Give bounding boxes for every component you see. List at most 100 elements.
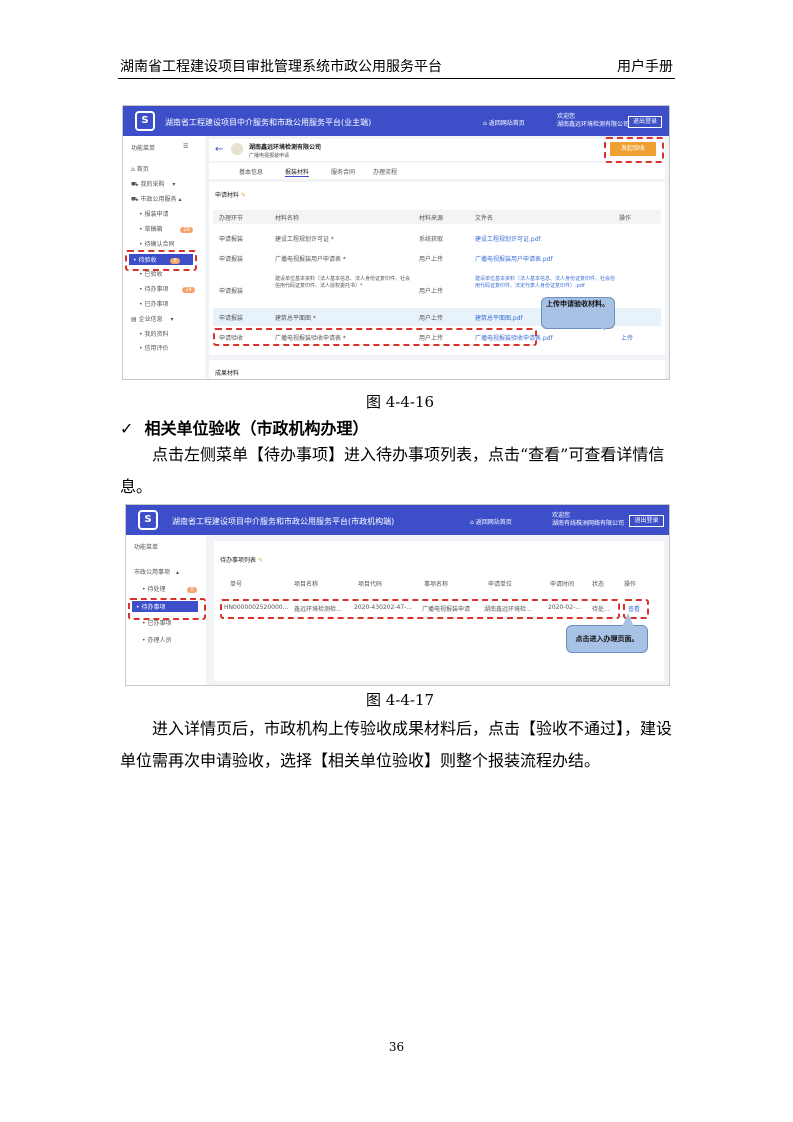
checkmark-icon: ✓ xyxy=(120,419,134,438)
platform-logo-icon: S xyxy=(135,111,155,131)
col-stage: 办理环节 xyxy=(219,215,244,222)
upload-link[interactable]: 上传 xyxy=(621,333,633,342)
col-project-code: 项目代码 xyxy=(358,581,383,588)
row1-material: 建设工程规划许可证 * xyxy=(275,236,334,243)
menu-toggle-icon: ☰ xyxy=(183,143,189,150)
sidebar-item-todo[interactable]: • 待办事项 24 xyxy=(139,284,195,293)
col-action: 操作 xyxy=(619,215,632,222)
top-bar: S 湖南省工程建设项目中介服务和市政公用服务平台(业主端) ⌂ 返回网站首页 欢… xyxy=(123,106,669,136)
row1-file-link[interactable]: 建设工程规划许可证.pdf xyxy=(475,234,541,243)
col-material: 材料名称 xyxy=(275,215,300,222)
col-order-no: 单号 xyxy=(230,581,243,588)
tab-materials[interactable]: 报装材料 xyxy=(285,167,310,177)
pen-icon: ✎ xyxy=(240,192,246,199)
col-matter-name: 事项名称 xyxy=(424,581,449,588)
row2-material: 广播电视报装用户申请表 * xyxy=(275,256,346,263)
user-info: 欢迎您 湖南鑫远环境检测有限公司 xyxy=(557,113,629,129)
company-name-2: 湖南有线株洲网络有限公司 xyxy=(552,520,625,527)
tab-process[interactable]: 办理流程 xyxy=(373,167,397,176)
detail-company-name: 湖南鑫远环境检测有限公司 xyxy=(249,144,322,151)
highlight-todo-menu xyxy=(128,598,206,620)
col-project-name: 项目名称 xyxy=(294,581,319,588)
sidebar-item-handlers[interactable]: • 办理人员 xyxy=(142,635,171,644)
home-link[interactable]: ⌂ 返回网站首页 xyxy=(483,118,525,127)
row1-source: 系统获取 xyxy=(419,236,444,243)
running-header-title: 湖南省工程建设项目审批管理系统市政公用服务平台 xyxy=(120,59,442,75)
sidebar-header: 功能菜单 ☰ xyxy=(131,143,189,152)
tab-basic-info[interactable]: 基本信息 xyxy=(239,167,263,176)
logout-button-2[interactable]: 退出登录 xyxy=(629,515,664,527)
sidebar-item-home[interactable]: ⌂ 首页 xyxy=(131,164,149,173)
row4-file-link[interactable]: 建筑总平面图.pdf xyxy=(475,313,523,322)
col-status: 状态 xyxy=(592,581,605,588)
sidebar-item-municipal-matters[interactable]: 市政公用事项 ▴ xyxy=(134,567,179,576)
detail-header: ← 湖南鑫远环境检测有限公司 广播电视报装申请 xyxy=(209,139,665,161)
sidebar-item-municipal[interactable]: ⛟ 市政公用服务 ▴ xyxy=(131,194,181,204)
todo-list-title: 待办事项列表 ✎ xyxy=(220,557,263,564)
sidebar-item-to-process[interactable]: • 待处理 0 xyxy=(142,584,197,593)
results-section-title: 成果材料 xyxy=(215,370,240,377)
back-arrow-icon[interactable]: ← xyxy=(215,144,223,155)
col-operation: 操作 xyxy=(624,581,637,588)
figure-caption-1: 图 4-4-16 xyxy=(366,393,435,411)
row4-source: 用户上传 xyxy=(419,315,444,322)
highlight-pending-acceptance xyxy=(125,250,197,271)
tab-contract[interactable]: 服务合同 xyxy=(331,167,355,176)
sidebar-item-my-data[interactable]: • 我的资料 xyxy=(139,329,168,338)
welcome-text: 欢迎您 xyxy=(557,113,576,120)
row1-stage: 申请报装 xyxy=(219,236,244,243)
tab-bar: 基本信息 报装材料 服务合同 办理流程 xyxy=(209,163,665,179)
detail-service-name: 广播电视报装申请 xyxy=(249,153,290,159)
sidebar-header-2: 功能菜单 xyxy=(134,544,159,551)
home-link-label: 返回网站首页 xyxy=(488,120,525,127)
company-avatar xyxy=(231,143,243,155)
callout-pointer-2 xyxy=(622,613,634,627)
paragraph-1: 点击左侧菜单【待办事项】进入待办事项列表，点击“查看”可查看详情信息。 xyxy=(120,445,665,496)
sidebar-item-my-purchase[interactable]: ⛟ 我的采购 ▾ xyxy=(131,179,175,189)
figure-4-4-16-screenshot: S 湖南省工程建设项目中介服务和市政公用服务平台(业主端) ⌂ 返回网站首页 欢… xyxy=(122,105,670,380)
highlight-todo-row xyxy=(220,599,620,619)
row4-stage: 申请报装 xyxy=(219,315,244,322)
page-number: 36 xyxy=(388,1040,405,1054)
row3-stage: 申请报装 xyxy=(219,288,244,295)
row4-material: 建筑总平面图 * xyxy=(275,315,316,322)
sidebar-item-credit[interactable]: • 信用评价 xyxy=(139,343,168,352)
row3-file-link[interactable]: 建设单位基本资料（法人基本信息、法人身份证复印件、社会信用代码证复印件、法定代表… xyxy=(475,276,615,290)
home-link-2[interactable]: ⌂ 返回网站首页 xyxy=(470,517,512,526)
row2-file-link[interactable]: 广播电视报装用户申请表.pdf xyxy=(475,254,553,263)
highlight-acceptance-row xyxy=(213,328,537,346)
results-panel: 成果材料 xyxy=(209,360,665,379)
welcome-text-2: 欢迎您 xyxy=(552,512,571,519)
row2-stage: 申请报装 xyxy=(219,256,244,263)
row3-material: 建设单位基本资料（法人基本信息、法人身份证复印件、社会信用代码证复印件、法人授权… xyxy=(275,276,411,289)
pen-icon: ✎ xyxy=(257,557,263,564)
col-applicant: 申请单位 xyxy=(488,581,513,588)
drafts-badge: 20 xyxy=(180,227,193,233)
sidebar-item-contracts[interactable]: • 待确认合同 xyxy=(139,239,174,248)
to-process-badge: 0 xyxy=(187,587,197,593)
user-info-2: 欢迎您 湖南有线株洲网络有限公司 xyxy=(552,512,624,528)
sidebar-item-company-info[interactable]: ▤ 企业信息 ▾ xyxy=(131,314,174,323)
cart-icon: ⛟ xyxy=(131,196,139,203)
view-callout: 点击进入办理页面。 xyxy=(566,625,648,653)
row3-source: 用户上传 xyxy=(419,288,444,295)
cart-icon: ⛟ xyxy=(131,181,139,188)
logout-button[interactable]: 退出登录 xyxy=(628,116,662,128)
paragraph-2: 进入详情页后，市政机构上传验收成果材料后，点击【验收不通过】，建设单位需再次申请… xyxy=(120,719,673,770)
col-filename: 文件名 xyxy=(475,215,494,222)
figure-4-4-17-screenshot: S 湖南省工程建设项目中介服务和市政公用服务平台(市政机构端) ⌂ 返回网站首页… xyxy=(125,504,670,686)
sidebar-item-done[interactable]: • 已办事项 xyxy=(139,299,168,308)
sidebar-item-apply[interactable]: • 报装申请 xyxy=(139,209,168,218)
sidebar-item-drafts[interactable]: • 草稿箱 20 xyxy=(139,224,193,233)
section-heading: ✓ 相关单位验收（市政机构办理） xyxy=(120,419,369,438)
col-source: 材料来源 xyxy=(419,215,444,222)
building-icon: ▤ xyxy=(131,316,137,323)
highlight-apply-button xyxy=(604,137,664,163)
platform-logo-icon-2: S xyxy=(138,510,158,530)
row2-source: 用户上传 xyxy=(419,256,444,263)
platform-title: 湖南省工程建设项目中介服务和市政公用服务平台(业主端) xyxy=(165,118,372,127)
platform-title-2: 湖南省工程建设项目中介服务和市政公用服务平台(市政机构端) xyxy=(172,517,395,526)
materials-section-title: 申请材料 ✎ xyxy=(215,192,246,199)
todo-badge: 24 xyxy=(182,287,195,293)
figure-caption-2: 图 4-4-17 xyxy=(366,691,435,709)
